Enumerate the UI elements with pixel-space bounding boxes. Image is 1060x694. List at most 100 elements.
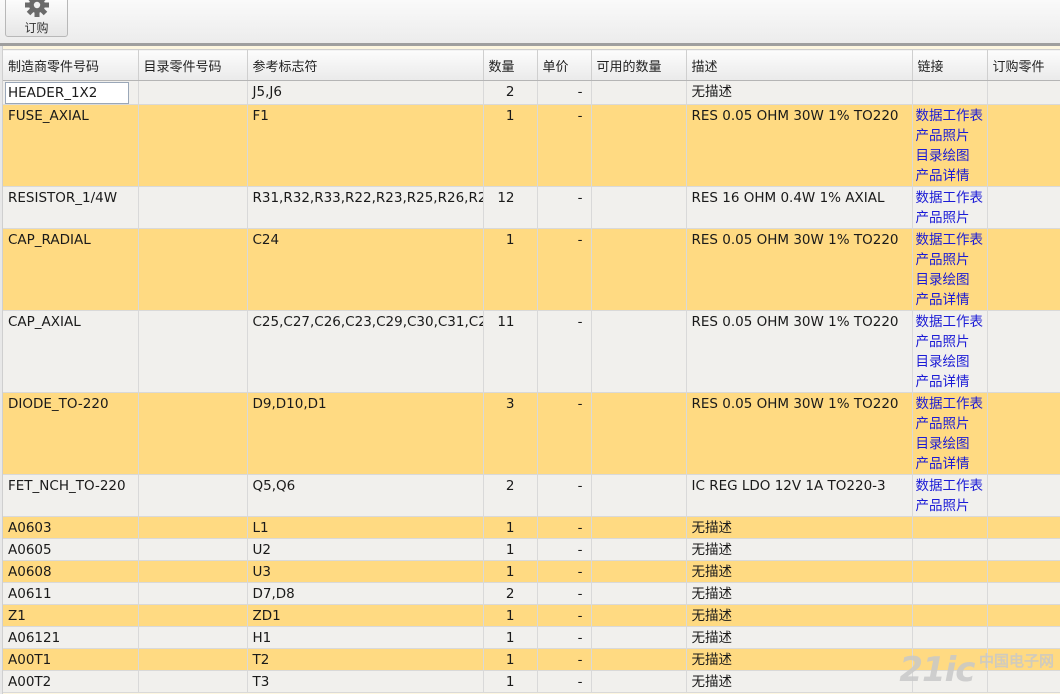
cell-description: 无描述 [686,80,913,105]
table-row[interactable]: Z1 ZD1 1- 无描述 [3,604,1060,627]
product-link[interactable]: 产品照片 [916,126,987,146]
cell-reference: U3 [247,560,484,583]
cell-order-part[interactable] [987,392,1060,475]
cell-description: 无描述 [686,538,913,561]
cell-unit-price: - [537,104,592,187]
cell-order-part[interactable] [987,474,1060,517]
gear-icon [25,0,49,17]
order-button-label: 订购 [24,21,49,35]
product-link[interactable]: 目录绘图 [916,270,987,290]
table-row[interactable]: CAP_AXIAL C25,C27,C26,C23,C29,C30,C31,C28… [3,310,1060,393]
cell-quantity: 1 [483,648,538,671]
product-link[interactable]: 产品详情 [916,166,987,186]
table-row[interactable]: A0611 D7,D8 2- 无描述 [3,582,1060,605]
cell-description: RES 16 OHM 0.4W 1% AXIAL [686,186,913,229]
product-link[interactable]: 产品照片 [916,332,987,352]
cell-order-part[interactable] [987,104,1060,187]
product-link[interactable]: 数据工作表 [916,476,987,496]
cell-links [912,80,988,105]
table-row[interactable]: A0603 L1 1- 无描述 [3,516,1060,539]
bom-grid[interactable]: 制造商零件号码 目录零件号码 参考标志符 数量 单价 可用的数量 描述 链接 订… [0,46,1060,694]
cell-available-qty [591,474,687,517]
cell-reference: U2 [247,538,484,561]
col-header-mfr-part[interactable]: 制造商零件号码 [3,49,139,81]
col-header-order-part[interactable]: 订购零件 [987,49,1060,81]
cell-description: 无描述 [686,560,913,583]
cell-order-part[interactable] [987,186,1060,229]
product-link[interactable]: 产品详情 [916,372,987,392]
col-header-catalog-part[interactable]: 目录零件号码 [138,49,248,81]
product-link[interactable]: 数据工作表 [916,230,987,250]
cell-order-part[interactable] [987,516,1060,539]
cell-order-part[interactable] [987,560,1060,583]
cell-catalog-part [138,474,248,517]
cell-order-part[interactable] [987,538,1060,561]
table-row[interactable]: A0608 U3 1- 无描述 [3,560,1060,583]
cell-order-part[interactable] [987,310,1060,393]
cell-mfr-part: A0611 [3,582,139,605]
col-header-description[interactable]: 描述 [686,49,913,81]
col-header-available-qty[interactable]: 可用的数量 [591,49,687,81]
cell-unit-price: - [537,538,592,561]
product-link[interactable]: 产品照片 [916,414,987,434]
header-row: 制造商零件号码 目录零件号码 参考标志符 数量 单价 可用的数量 描述 链接 订… [3,49,1060,81]
product-link[interactable]: 目录绘图 [916,434,987,454]
col-header-links[interactable]: 链接 [912,49,988,81]
cell-mfr-part: A06121 [3,626,139,649]
cell-quantity: 1 [483,604,538,627]
table-row[interactable]: CAP_RADIAL C24 1- RES 0.05 OHM 30W 1% TO220… [3,228,1060,311]
selected-cell-editor[interactable]: HEADER_1X2 [5,82,129,104]
cell-mfr-part: A0605 [3,538,139,561]
cell-reference: R31,R32,R33,R22,R23,R25,R26,R27,R28,R24,… [247,186,484,229]
table-row[interactable]: DIODE_TO-220 D9,D10,D1 3- RES 0.05 OHM 30W … [3,392,1060,475]
cell-unit-price: - [537,626,592,649]
cell-mfr-part: A00T2 [3,670,139,693]
cell-quantity: 1 [483,560,538,583]
cell-order-part[interactable] [987,626,1060,649]
product-link[interactable]: 数据工作表 [916,312,987,332]
cell-reference: F1 [247,104,484,187]
order-button[interactable]: 订购 [5,0,68,37]
cell-unit-price: - [537,80,592,105]
cell-mfr-part: A0603 [3,516,139,539]
cell-order-part[interactable] [987,582,1060,605]
cell-order-part[interactable] [987,604,1060,627]
cell-links [912,582,988,605]
col-header-reference[interactable]: 参考标志符 [247,49,484,81]
product-link[interactable]: 产品照片 [916,250,987,270]
cell-unit-price: - [537,186,592,229]
col-header-unit-price[interactable]: 单价 [537,49,592,81]
cell-catalog-part [138,310,248,393]
table-row[interactable]: HEADER_1X2 J5,J6 2- 无描述 [3,80,1060,105]
table-row[interactable]: A0605 U2 1- 无描述 [3,538,1060,561]
cell-catalog-part [138,186,248,229]
cell-quantity: 1 [483,516,538,539]
cell-reference: C25,C27,C26,C23,C29,C30,C31,C28,C33,C32,… [247,310,484,393]
table-body: HEADER_1X2 J5,J6 2- 无描述 FUSE_AXIAL F1 1- RES 0.… [3,80,1060,693]
product-link[interactable]: 产品照片 [916,208,987,228]
product-link[interactable]: 数据工作表 [916,188,987,208]
table-row[interactable]: RESISTOR_1/4W R31,R32,R33,R22,R23,R25,R26… [3,186,1060,229]
cell-reference: D9,D10,D1 [247,392,484,475]
cell-order-part[interactable] [987,80,1060,105]
product-link[interactable]: 数据工作表 [916,394,987,414]
cell-available-qty [591,538,687,561]
cell-catalog-part [138,560,248,583]
cell-available-qty [591,310,687,393]
cell-quantity: 1 [483,104,538,187]
table-row[interactable]: A06121 H1 1- 无描述 [3,626,1060,649]
cell-description: 无描述 [686,670,913,693]
product-link[interactable]: 产品详情 [916,454,987,474]
col-header-quantity[interactable]: 数量 [483,49,538,81]
product-link[interactable]: 数据工作表 [916,106,987,126]
table-row[interactable]: FET_NCH_TO-220 Q5,Q6 2- IC REG LDO 12V 1A T… [3,474,1060,517]
product-link[interactable]: 目录绘图 [916,352,987,372]
cell-catalog-part [138,626,248,649]
cell-order-part[interactable] [987,228,1060,311]
cell-unit-price: - [537,516,592,539]
product-link[interactable]: 目录绘图 [916,146,987,166]
cell-links [912,626,988,649]
product-link[interactable]: 产品详情 [916,290,987,310]
product-link[interactable]: 产品照片 [916,496,987,516]
table-row[interactable]: FUSE_AXIAL F1 1- RES 0.05 OHM 30W 1% TO220 数… [3,104,1060,187]
